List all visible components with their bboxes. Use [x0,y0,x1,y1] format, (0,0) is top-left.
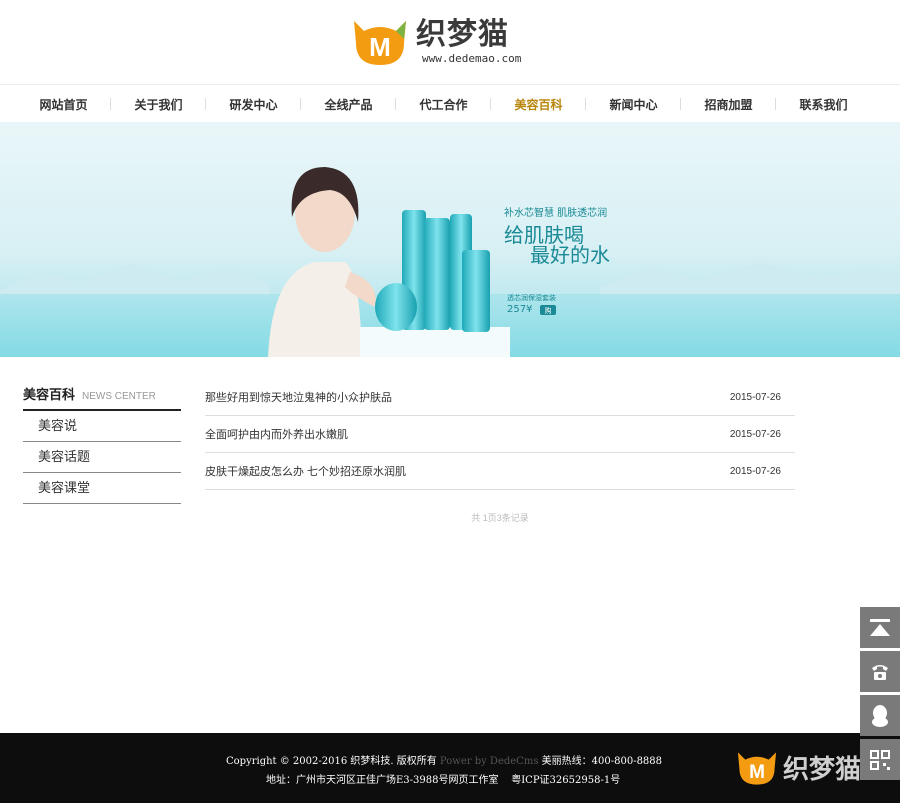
phone-button[interactable] [860,651,900,692]
sidebar-item-beauty-topics[interactable]: 美容话题 [23,442,181,473]
article-date: 2015-07-26 [729,391,781,403]
qrcode-button[interactable] [860,739,900,780]
logo-url: www.dedemao.com [422,51,522,65]
footer-icp[interactable]: 粤ICP证32652958-1号 [511,775,620,786]
floating-toolbar [860,607,900,783]
svg-text:M: M [749,762,765,783]
nav-item-home[interactable]: 网站首页 [16,96,111,113]
sidebar-item-beauty-talk[interactable]: 美容说 [23,411,181,442]
article-list: 那些好用到惊天地泣鬼神的小众护肤品 2015-07-26 全面呵护由内而外养出水… [205,379,795,490]
banner-buy-button: 购 [545,306,552,315]
list-item[interactable]: 那些好用到惊天地泣鬼神的小众护肤品 2015-07-26 [205,379,795,416]
footer-power-link[interactable]: Power by DedeCms [440,756,539,767]
article-title[interactable]: 皮肤干燥起皮怎么办 七个妙招还原水润肌 [205,463,406,479]
category-sidebar: 美容百科 NEWS CENTER 美容说 美容话题 美容课堂 [23,384,181,504]
qq-icon [872,704,888,727]
sidebar-title: 美容百科 [23,387,76,402]
nav-item-beauty[interactable]: 美容百科 [491,96,586,113]
banner-tagline: 补水芯智慧 肌肤透芯润 [504,206,607,219]
site-logo[interactable]: M 织梦猫 www.dedemao.com [350,12,550,70]
nav-item-oem[interactable]: 代工合作 [396,96,491,113]
footer-logo-text: 织梦猫 [783,754,862,785]
article-date: 2015-07-26 [729,465,781,477]
list-item[interactable]: 皮肤干燥起皮怎么办 七个妙招还原水润肌 2015-07-26 [205,453,795,490]
site-footer: Copyright © 2002-2016 织梦科技. 版权所有 Power b… [0,733,900,803]
main-nav: 网站首页 关于我们 研发中心 全线产品 代工合作 美容百科 新闻中心 招商加盟 … [0,85,900,124]
banner-slogan-2: 最好的水 [530,243,610,267]
article-title[interactable]: 那些好用到惊天地泣鬼神的小众护肤品 [205,389,392,405]
nav-item-rd[interactable]: 研发中心 [206,96,301,113]
arrow-up-icon [870,618,890,636]
qrcode-icon [870,749,890,770]
sidebar-item-beauty-class[interactable]: 美容课堂 [23,473,181,504]
site-header: M 织梦猫 www.dedemao.com [0,0,900,85]
nav-item-franchise[interactable]: 招商加盟 [681,96,776,113]
footer-logo: M 织梦猫 [735,746,861,788]
logo-text: 织梦猫 [416,16,509,52]
cat-logo-icon: M [350,13,410,69]
list-item[interactable]: 全面呵护由内而外养出水嫩肌 2015-07-26 [205,416,795,453]
nav-item-products[interactable]: 全线产品 [301,96,396,113]
banner-product-name: 透芯润保湿套装 [507,293,556,302]
nav-item-about[interactable]: 关于我们 [111,96,206,113]
phone-icon [872,664,888,680]
footer-line-1: Copyright © 2002-2016 织梦科技. 版权所有 Power b… [226,752,662,767]
article-title[interactable]: 全面呵护由内而外养出水嫩肌 [205,426,348,442]
cat-logo-icon: M [737,752,777,785]
footer-copyright: Copyright © 2002-2016 织梦科技. 版权所有 [226,756,437,767]
nav-item-contact[interactable]: 联系我们 [776,96,871,113]
banner-price: 257¥ [507,304,532,315]
svg-text:M: M [369,32,391,62]
nav-item-news[interactable]: 新闻中心 [586,96,681,113]
article-date: 2015-07-26 [729,428,781,440]
footer-address: 地址：广州市天河区正佳广场E3-3988号网页工作室 [266,775,499,786]
footer-hotline: 美丽热线：400-800-8888 [541,756,663,767]
footer-line-2: 地址：广州市天河区正佳广场E3-3988号网页工作室 粤ICP证32652958… [266,771,620,786]
back-to-top-button[interactable] [860,607,900,648]
hero-banner[interactable]: 补水芯智慧 肌肤透芯润 给肌肤喝 最好的水 透芯润保湿套装 257¥ 购 [0,122,900,357]
pagination-info: 共 1页3条记录 [471,513,529,523]
sidebar-header: 美容百科 NEWS CENTER [23,384,181,411]
sidebar-subtitle: NEWS CENTER [82,391,156,402]
qq-button[interactable] [860,695,900,736]
